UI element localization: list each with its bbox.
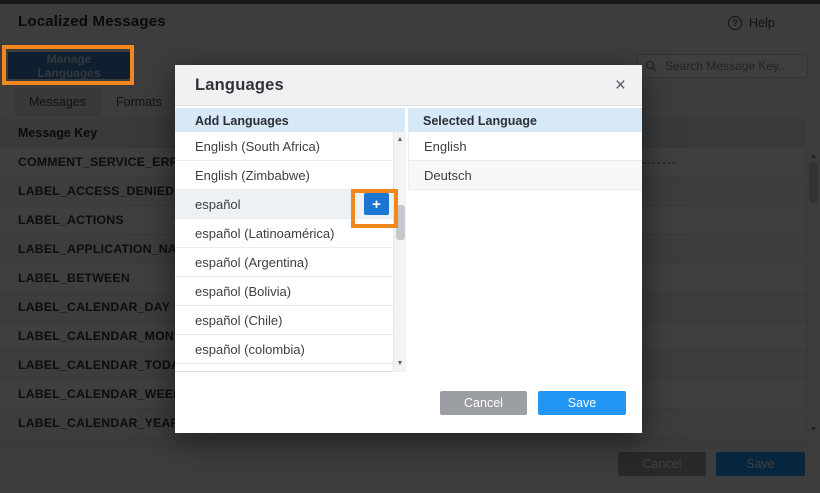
- add-languages-list: English (South Africa) English (Zimbabwe…: [175, 132, 393, 372]
- dialog-title: Languages: [195, 76, 284, 95]
- list-item-label: español: [195, 197, 241, 212]
- list-item[interactable]: English: [409, 132, 642, 161]
- list-item[interactable]: English (South Africa): [175, 132, 393, 161]
- list-item-espanol[interactable]: español +: [175, 190, 393, 219]
- list-item[interactable]: español (colombia): [175, 335, 393, 364]
- list-item[interactable]: English (Zimbabwe): [175, 161, 393, 190]
- dialog-header: Languages ×: [175, 65, 642, 106]
- languages-dialog: Languages × Add Languages Selected Langu…: [175, 65, 642, 433]
- scroll-down-icon[interactable]: ▼: [394, 358, 406, 369]
- list-item[interactable]: español (Chile): [175, 306, 393, 335]
- list-item[interactable]: español (Latinoamérica): [175, 219, 393, 248]
- scroll-up-icon[interactable]: ▲: [394, 134, 406, 145]
- localized-messages-screen: Localized Messages ? Help Manage Languag…: [0, 0, 820, 493]
- list-item[interactable]: español (Bolivia): [175, 277, 393, 306]
- dialog-save-button[interactable]: Save: [538, 391, 626, 415]
- list-item[interactable]: Deutsch: [409, 161, 642, 190]
- add-language-button[interactable]: +: [364, 193, 389, 215]
- plus-icon: +: [372, 197, 381, 212]
- dialog-cancel-button[interactable]: Cancel: [440, 391, 527, 415]
- list-item[interactable]: español (Argentina): [175, 248, 393, 277]
- selected-language-column-header: Selected Language: [408, 108, 642, 133]
- close-icon[interactable]: ×: [615, 76, 626, 95]
- list-scrollbar-thumb[interactable]: [396, 205, 405, 240]
- add-languages-column-header: Add Languages: [175, 108, 405, 133]
- add-languages-scrollbar[interactable]: ▲ ▼: [393, 132, 406, 372]
- selected-languages-list: English Deutsch: [408, 132, 642, 190]
